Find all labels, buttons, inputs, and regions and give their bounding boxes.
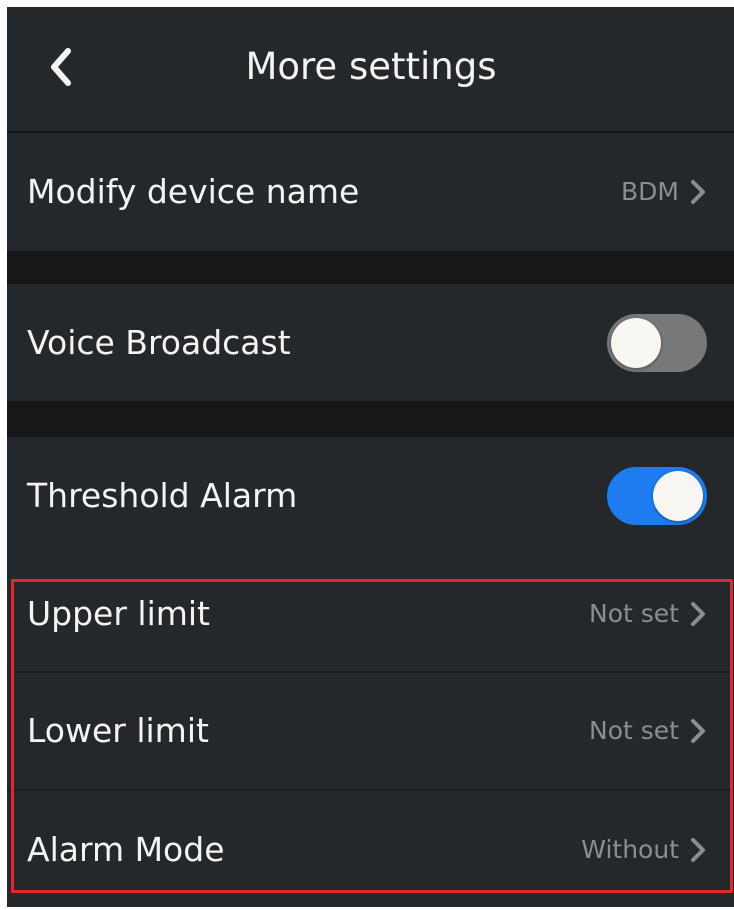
upper-limit-row[interactable]: Upper limit Not set (7, 555, 734, 672)
settings-screen: More settings Modify device name BDM Voi… (7, 7, 734, 907)
voice-broadcast-label: Voice Broadcast (27, 322, 291, 362)
alarm-mode-row[interactable]: Alarm Mode Without (7, 791, 734, 907)
toggle-knob (653, 471, 703, 521)
voice-broadcast-toggle[interactable] (607, 313, 707, 372)
threshold-alarm-toggle[interactable] (607, 467, 707, 525)
chevron-right-icon (691, 601, 705, 626)
threshold-alarm-label: Threshold Alarm (27, 476, 298, 515)
modify-device-name-row[interactable]: Modify device name BDM (7, 133, 734, 251)
chevron-right-icon (691, 838, 705, 862)
upper-limit-value: Not set (589, 598, 679, 628)
chevron-right-icon (691, 180, 705, 204)
chevron-right-icon (691, 719, 705, 743)
threshold-alarm-row: Threshold Alarm (7, 437, 734, 555)
lower-limit-row[interactable]: Lower limit Not set (7, 673, 734, 789)
upper-limit-label: Upper limit (27, 593, 210, 633)
alarm-mode-value: Without (581, 835, 679, 864)
modify-device-name-label: Modify device name (27, 172, 360, 211)
voice-broadcast-row: Voice Broadcast (7, 284, 734, 401)
header: More settings (7, 7, 734, 131)
lower-limit-label: Lower limit (27, 711, 209, 750)
toggle-knob (611, 317, 661, 368)
page-title: More settings (245, 45, 497, 88)
lower-limit-value: Not set (589, 716, 679, 745)
alarm-mode-label: Alarm Mode (27, 830, 225, 869)
device-name-value: BDM (621, 177, 679, 206)
